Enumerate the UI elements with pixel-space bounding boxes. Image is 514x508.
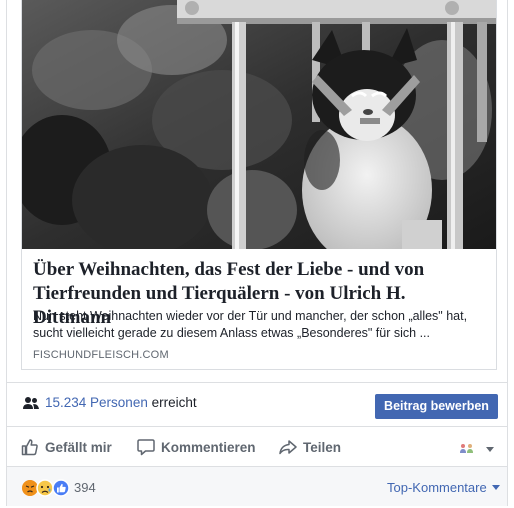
like-icon	[52, 479, 70, 497]
reactions-bar: 394 Top-Kommentare	[7, 466, 507, 506]
comment-icon	[137, 439, 155, 456]
cat-photo-image	[22, 0, 496, 249]
article-domain: FISCHUNDFLEISCH.COM	[33, 349, 169, 361]
post-actions: Gefällt mir Kommentieren Teilen	[7, 426, 507, 466]
article-description: Nun steht Weihnachten wieder vor der Tür…	[33, 309, 468, 340]
thumbs-up-icon	[21, 439, 38, 456]
reactions-summary[interactable]	[21, 479, 73, 497]
reach-bar: 15.234 Personen erreicht Beitrag bewerbe…	[7, 382, 507, 426]
friends-audience-icon	[460, 444, 473, 453]
sad-icon	[36, 479, 54, 497]
like-label: Gefällt mir	[45, 439, 112, 455]
chevron-down-icon	[486, 446, 494, 452]
chevron-down-icon	[491, 485, 500, 490]
link-preview-card[interactable]: Über Weihnachten, das Fest der Liebe - u…	[21, 0, 497, 370]
share-label: Teilen	[303, 439, 342, 455]
share-button[interactable]: Teilen	[279, 437, 341, 457]
share-arrow-icon	[279, 440, 297, 455]
reach-summary: 15.234 Personen erreicht	[45, 395, 197, 410]
comment-sort-label: Top-Kommentare	[387, 480, 487, 495]
people-icon	[23, 397, 39, 409]
audience-selector[interactable]	[459, 439, 494, 459]
reach-suffix: erreicht	[151, 395, 197, 410]
reaction-count[interactable]: 394	[74, 480, 96, 495]
facebook-post: Über Weihnachten, das Fest der Liebe - u…	[6, 0, 508, 506]
comment-button[interactable]: Kommentieren	[137, 437, 256, 457]
promote-post-button[interactable]: Beitrag bewerben	[375, 394, 498, 419]
article-photo[interactable]	[22, 0, 496, 249]
comment-label: Kommentieren	[161, 439, 256, 455]
like-button[interactable]: Gefällt mir	[21, 437, 112, 457]
comment-sort-dropdown[interactable]: Top-Kommentare	[387, 480, 500, 495]
reach-count-link[interactable]: 15.234 Personen	[45, 395, 148, 410]
angry-icon	[22, 480, 38, 496]
